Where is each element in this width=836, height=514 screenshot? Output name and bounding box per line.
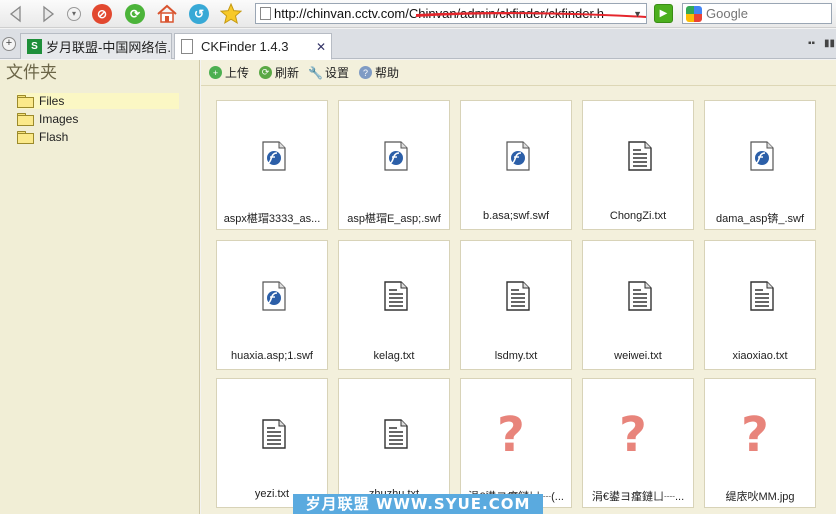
settings-button[interactable]: 🔧 设置	[308, 64, 350, 81]
restore-icon: ↺	[189, 4, 209, 24]
browser-toolbar: ▾ ⊘ ⟳ ↺ http://chinvan.cctv.com/Chinvan/…	[0, 0, 836, 28]
tab-ckfinder[interactable]: CKFinder 1.4.3 ✕	[174, 33, 332, 60]
forward-arrow-icon	[43, 5, 55, 23]
upload-icon: +	[209, 66, 222, 79]
bookmark-button[interactable]	[220, 3, 242, 25]
file-tile[interactable]: zhuzhu.txt	[338, 378, 450, 508]
file-tile[interactable]: dama_asp锛_.swf	[704, 100, 816, 230]
file-tile[interactable]: ? 涓€鍙ヨ瘽鏈ㄩ┈...	[582, 378, 694, 508]
file-tile[interactable]: asp椹瑁E_asp;.swf	[338, 100, 450, 230]
wrench-icon: 🔧	[308, 65, 324, 80]
settings-label: 设置	[325, 66, 350, 80]
help-icon: ?	[359, 66, 373, 79]
files-panel: + 上传 ⟳ 刷新 🔧 设置 ? 帮助 aspx椹瑁3333_as... asp椹…	[201, 60, 836, 514]
chevron-down-icon: ▾	[67, 7, 81, 21]
file-tile[interactable]: ?涓€鍙ヨ瘽鏈ㄩ┈(...	[460, 378, 572, 508]
folder-images[interactable]: Images	[17, 111, 78, 127]
folder-label: Files	[39, 94, 65, 108]
reload-icon: ⟳	[125, 4, 145, 24]
refresh-label: 刷新	[275, 66, 300, 80]
file-name: dama_asp锛_.swf	[715, 213, 805, 225]
file-tile[interactable]: weiwei.txt	[582, 240, 694, 370]
go-button[interactable]: ▶	[654, 4, 673, 23]
stop-button[interactable]: ⊘	[91, 3, 113, 25]
files-toolbar: + 上传 ⟳ 刷新 🔧 设置 ? 帮助	[201, 60, 836, 86]
file-name: asp椹瑁E_asp;.swf	[347, 213, 441, 225]
help-label: 帮助	[375, 66, 400, 80]
folder-label: Images	[39, 112, 79, 126]
redaction-mark	[416, 11, 646, 18]
folder-open-icon	[17, 95, 34, 108]
forward-button[interactable]	[37, 3, 59, 25]
file-name: weiwei.txt	[614, 350, 662, 362]
new-tab-button[interactable]: +	[2, 37, 16, 51]
folder-icon	[17, 113, 34, 126]
play-icon: ▶	[659, 8, 668, 19]
file-name: aspx椹瑁3333_as...	[223, 213, 321, 225]
reload-button[interactable]: ⟳	[124, 3, 146, 25]
restore-button[interactable]: ↺	[188, 3, 210, 25]
watermark: 岁月联盟 WWW.SYUE.COM	[293, 494, 543, 514]
stop-icon: ⊘	[92, 4, 112, 24]
file-name: lsdmy.txt	[494, 350, 538, 362]
folder-label: Flash	[39, 130, 69, 144]
history-dropdown-button[interactable]: ▾	[63, 3, 85, 25]
back-arrow-icon	[9, 5, 21, 23]
address-bar[interactable]: http://chinvan.cctv.com/Chinvan/admin/ck…	[255, 3, 647, 24]
upload-button[interactable]: + 上传	[209, 64, 249, 81]
site-favicon-icon: S	[27, 39, 42, 54]
file-tile[interactable]: aspx椹瑁3333_as...	[216, 100, 328, 230]
help-button[interactable]: ? 帮助	[359, 64, 399, 81]
upload-label: 上传	[225, 66, 250, 80]
page-icon	[256, 4, 274, 23]
file-tile[interactable]: lsdmy.txt	[460, 240, 572, 370]
search-input[interactable]	[706, 6, 826, 21]
tab-suiyue[interactable]: S 岁月联盟-中国网络信...	[20, 33, 172, 59]
address-dropdown-icon[interactable]: ▼	[633, 9, 642, 19]
folder-files[interactable]: Files	[17, 93, 179, 109]
search-box	[682, 3, 832, 24]
file-name: 涓€鍙ヨ瘽鏈ㄩ┈...	[591, 491, 685, 503]
folders-panel: 文件夹 Files Images Flash	[0, 60, 200, 514]
tab-label: CKFinder 1.4.3	[201, 39, 289, 54]
file-tile[interactable]: ChongZi.txt	[582, 100, 694, 230]
back-button[interactable]	[5, 3, 27, 25]
folder-flash[interactable]: Flash	[17, 129, 68, 145]
refresh-button[interactable]: ⟳ 刷新	[259, 64, 299, 81]
folder-icon	[17, 131, 34, 144]
file-name: 缇庡吙MM.jpg	[725, 491, 795, 503]
file-tile[interactable]: ? 缇庡吙MM.jpg	[704, 378, 816, 508]
star-icon	[220, 3, 242, 25]
tab-label: 岁月联盟-中国网络信...	[46, 40, 172, 55]
file-name: xiaoxiao.txt	[732, 350, 788, 362]
file-name: kelag.txt	[373, 350, 415, 362]
file-tile[interactable]: kelag.txt	[338, 240, 450, 370]
tab-list-icon[interactable]: ▪▪	[808, 38, 815, 49]
file-tile[interactable]: b.asa;swf.swf	[460, 100, 572, 230]
file-tile[interactable]: yezi.txt	[216, 378, 328, 508]
file-name: huaxia.asp;1.swf	[231, 350, 313, 362]
file-tile[interactable]: xiaoxiao.txt	[704, 240, 816, 370]
page-favicon-icon	[181, 39, 193, 54]
file-tile[interactable]: huaxia.asp;1.swf	[216, 240, 328, 370]
tab-menu-icon[interactable]: ▮▮	[824, 38, 835, 49]
tab-strip: + S 岁月联盟-中国网络信... CKFinder 1.4.3 ✕ ▪▪ ▮▮	[0, 29, 836, 60]
folders-header: 文件夹	[6, 63, 57, 83]
home-icon	[157, 4, 177, 23]
google-logo-icon	[686, 5, 702, 22]
close-icon[interactable]: ✕	[316, 40, 326, 54]
refresh-icon: ⟳	[259, 66, 273, 79]
file-name: b.asa;swf.swf	[482, 210, 550, 222]
home-button[interactable]	[156, 3, 178, 25]
file-name: ChongZi.txt	[609, 210, 667, 222]
